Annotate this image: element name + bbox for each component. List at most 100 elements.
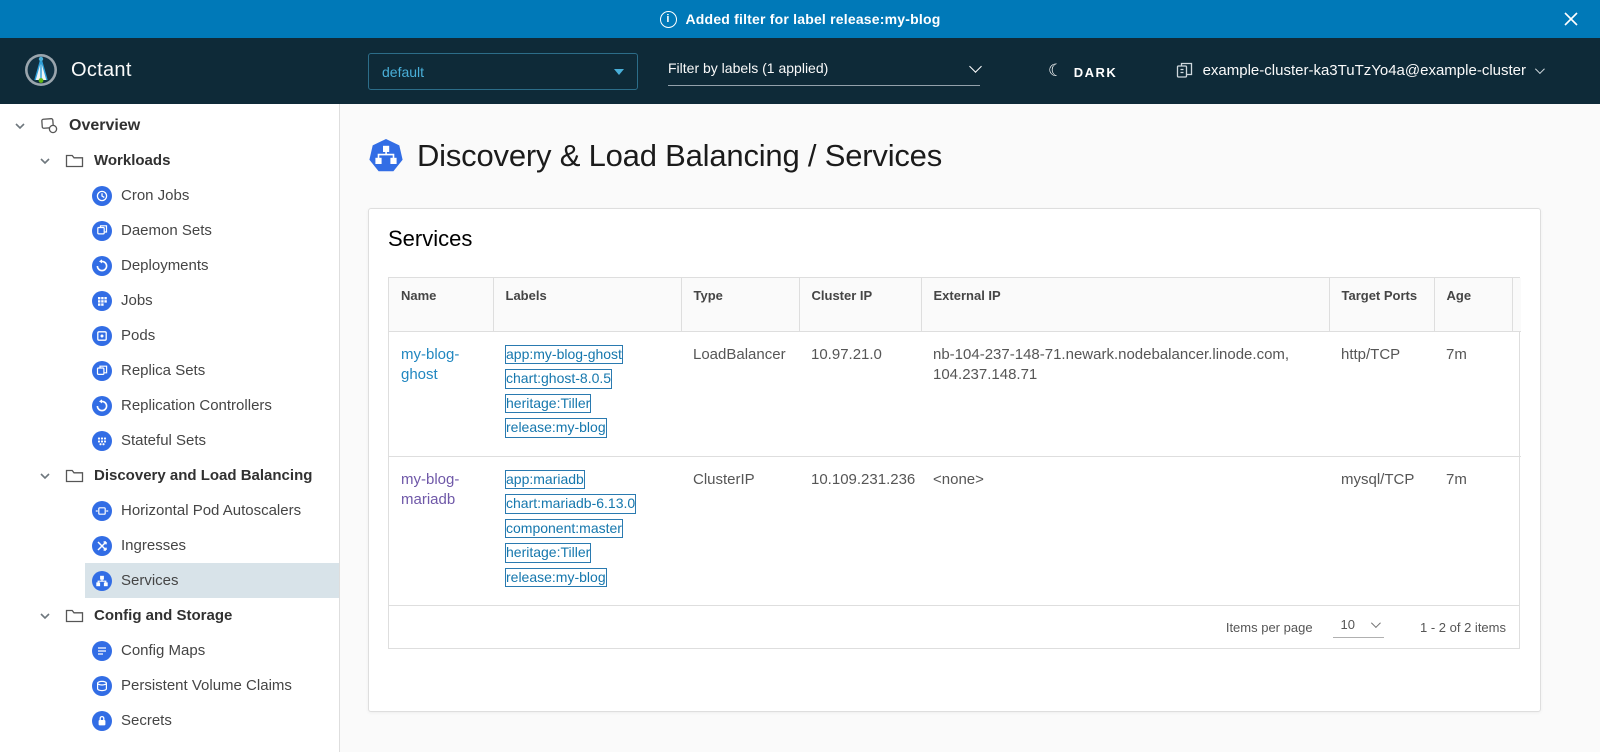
target-ports: mysql/TCP: [1329, 456, 1434, 605]
sidebar-group-workloads[interactable]: Workloads: [0, 143, 339, 178]
sidebar-item-replication-controllers[interactable]: Replication Controllers: [85, 388, 339, 423]
sidebar-item-label: Stateful Sets: [121, 432, 206, 449]
brand: Octant: [24, 53, 132, 87]
label-pill[interactable]: chart:ghost-8.0.5: [505, 369, 612, 389]
sidebar-item-services[interactable]: Services: [85, 563, 339, 598]
items-per-page-label: Items per page: [1226, 620, 1313, 635]
services-datagrid: Name Labels Type Cluster IP External IP …: [388, 277, 1520, 649]
sidebar-item-stateful-sets[interactable]: Stateful Sets: [85, 423, 339, 458]
pods-icon: [92, 326, 112, 346]
datagrid-footer: Items per page 10 1 - 2 of 2 items: [389, 605, 1519, 648]
caret-down-icon[interactable]: [38, 609, 52, 623]
sidebar-item-label: Deployments: [121, 257, 209, 274]
replica-sets-icon: [92, 361, 112, 381]
sidebar-item-label: Replication Controllers: [121, 397, 272, 414]
sidebar-item-persistent-volume-claims[interactable]: Persistent Volume Claims: [85, 668, 339, 703]
caret-down-icon[interactable]: [38, 469, 52, 483]
cron-jobs-icon: [92, 186, 112, 206]
external-ip: nb-104-237-148-71.newark.nodebalancer.li…: [921, 331, 1329, 456]
objects-icon: [40, 116, 59, 135]
label-filter-dropdown[interactable]: Filter by labels (1 applied): [668, 60, 980, 86]
services-card: Services Name Labels Type Cluster IP Ext…: [368, 208, 1541, 712]
column-header-type: Type: [681, 278, 799, 331]
moon-icon: ☾: [1048, 61, 1065, 81]
label-pill[interactable]: app:mariadb: [505, 470, 585, 490]
navigation-sidebar: Overview Workloads Cron Jobs Daemon Sets…: [0, 104, 340, 752]
label-filter-text: Filter by labels (1 applied): [668, 60, 828, 76]
column-header-labels: Labels: [493, 278, 681, 331]
info-icon: i: [660, 11, 677, 28]
table-row: my-blog-mariadb app:mariadb chart:mariad…: [389, 456, 1521, 605]
replication-controllers-icon: [92, 396, 112, 416]
label-pill[interactable]: chart:mariadb-6.13.0: [505, 494, 636, 514]
sidebar-item-secrets[interactable]: Secrets: [85, 703, 339, 738]
chevron-down-icon: [1371, 618, 1381, 628]
sidebar-item-horizontal-pod-autoscalers[interactable]: Horizontal Pod Autoscalers: [85, 493, 339, 528]
services-icon: [92, 571, 112, 591]
jobs-icon: [92, 291, 112, 311]
namespace-select[interactable]: default: [368, 53, 638, 90]
sidebar-item-overview[interactable]: Overview: [0, 108, 339, 143]
sidebar-item-label: Secrets: [121, 712, 172, 729]
sidebar-item-jobs[interactable]: Jobs: [85, 283, 339, 318]
sidebar-item-pods[interactable]: Pods: [85, 318, 339, 353]
page-title: Discovery & Load Balancing / Services: [368, 138, 942, 174]
sidebar-item-deployments[interactable]: Deployments: [85, 248, 339, 283]
sidebar-item-label: Pods: [121, 327, 155, 344]
deployments-icon: [92, 256, 112, 276]
cluster-ip: 10.97.21.0: [799, 331, 921, 456]
label-pill[interactable]: app:my-blog-ghost: [505, 345, 623, 365]
sidebar-item-replica-sets[interactable]: Replica Sets: [85, 353, 339, 388]
column-header-spacer: [1512, 278, 1521, 331]
sidebar-item-daemon-sets[interactable]: Daemon Sets: [85, 213, 339, 248]
close-icon[interactable]: [1562, 10, 1580, 28]
column-header-name: Name: [389, 278, 493, 331]
sidebar-item-label: Jobs: [121, 292, 153, 309]
namespace-value: default: [382, 64, 424, 80]
services-table: Name Labels Type Cluster IP External IP …: [389, 278, 1521, 605]
sidebar-item-label: Replica Sets: [121, 362, 205, 379]
sidebar-item-label: Ingresses: [121, 537, 186, 554]
config-maps-icon: [92, 641, 112, 661]
theme-toggle-label: DARK: [1074, 65, 1118, 80]
label-pill[interactable]: release:my-blog: [505, 418, 607, 438]
age: 7m: [1434, 456, 1512, 605]
service-heptagon-icon: [368, 138, 404, 174]
sidebar-item-cron-jobs[interactable]: Cron Jobs: [85, 178, 339, 213]
page-title-text: Discovery & Load Balancing / Services: [417, 138, 942, 174]
folder-icon: [65, 153, 84, 169]
target-ports: http/TCP: [1329, 331, 1434, 456]
label-pill[interactable]: heritage:Tiller: [505, 394, 591, 414]
sidebar-group-config-and-storage[interactable]: Config and Storage: [0, 598, 339, 633]
caret-down-icon[interactable]: [13, 119, 27, 133]
label-pill[interactable]: component:master: [505, 519, 623, 539]
external-ip: <none>: [921, 456, 1329, 605]
sidebar-item-label: Overview: [69, 117, 140, 135]
sidebar-item-config-maps[interactable]: Config Maps: [85, 633, 339, 668]
banner-text: Added filter for label release:my-blog: [686, 11, 941, 27]
chevron-down-icon: [1535, 64, 1545, 74]
sidebar-item-ingresses[interactable]: Ingresses: [85, 528, 339, 563]
pagination-range: 1 - 2 of 2 items: [1420, 620, 1506, 635]
sidebar-group-label: Workloads: [94, 152, 170, 169]
service-name-link[interactable]: my-blog-mariadb: [401, 471, 459, 508]
service-name-link[interactable]: my-blog-ghost: [401, 346, 459, 383]
label-pill[interactable]: release:my-blog: [505, 568, 607, 588]
sidebar-item-label: Daemon Sets: [121, 222, 212, 239]
secrets-icon: [92, 711, 112, 731]
column-header-external-ip: External IP: [921, 278, 1329, 331]
dark-theme-toggle[interactable]: ☾ DARK: [1048, 62, 1117, 82]
service-type: ClusterIP: [681, 456, 799, 605]
sidebar-item-label: Horizontal Pod Autoscalers: [121, 502, 301, 519]
horizontal-pod-autoscalers-icon: [92, 501, 112, 521]
items-per-page-select[interactable]: 10: [1333, 617, 1384, 638]
stateful-sets-icon: [92, 431, 112, 451]
notification-banner: i Added filter for label release:my-blog: [0, 0, 1600, 38]
sidebar-group-discovery-load-balancing[interactable]: Discovery and Load Balancing: [0, 458, 339, 493]
caret-down-icon[interactable]: [38, 154, 52, 168]
service-type: LoadBalancer: [681, 331, 799, 456]
daemon-sets-icon: [92, 221, 112, 241]
app-title: Octant: [71, 59, 132, 82]
label-pill[interactable]: heritage:Tiller: [505, 543, 591, 563]
cluster-context-selector[interactable]: example-cluster-ka3TuTzYo4a@example-clus…: [1175, 61, 1542, 80]
